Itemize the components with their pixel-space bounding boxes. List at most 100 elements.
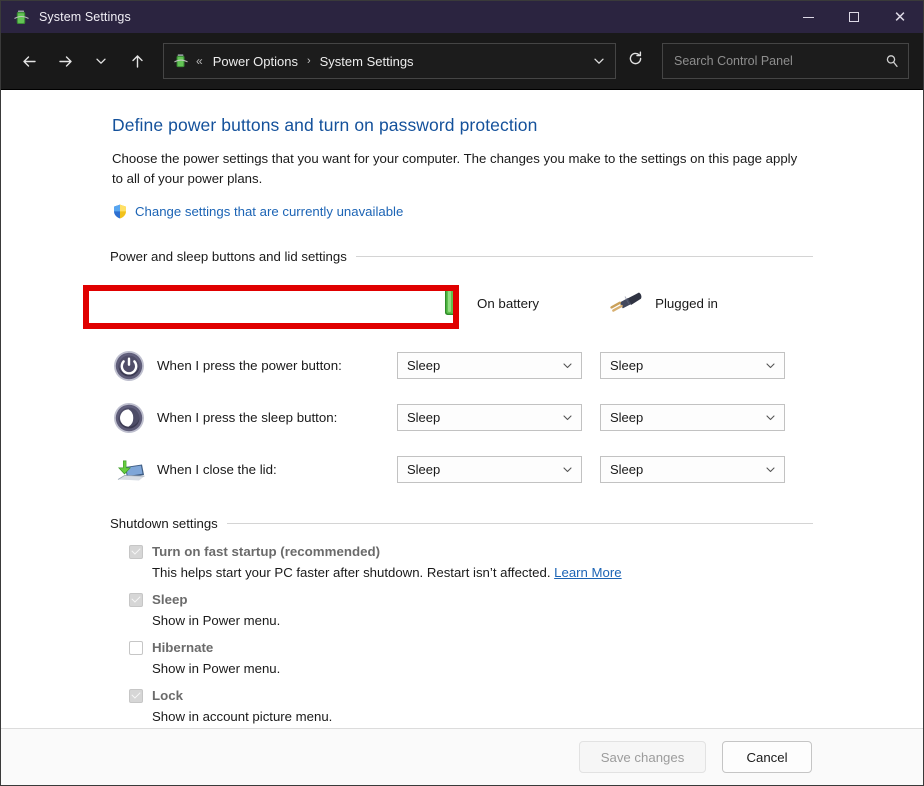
- sleep-button-on-battery-dropdown[interactable]: Sleep: [397, 404, 582, 431]
- shield-icon: [112, 203, 128, 220]
- power-button-plugged-in-dropdown[interactable]: Sleep: [600, 352, 785, 379]
- up-button[interactable]: [119, 43, 155, 79]
- fast-startup-description-text: This helps start your PC faster after sh…: [152, 565, 554, 580]
- hibernate-row[interactable]: Hibernate: [129, 637, 923, 659]
- cancel-button[interactable]: Cancel: [722, 741, 812, 773]
- fast-startup-checkbox[interactable]: [129, 545, 143, 559]
- refresh-icon: [627, 50, 644, 72]
- lock-description: Show in account picture menu.: [152, 709, 923, 724]
- breadcrumb-system-settings[interactable]: System Settings: [317, 51, 417, 72]
- sleep-button-on-battery-value: Sleep: [407, 410, 561, 425]
- close-lid-plugged-in-value: Sleep: [610, 462, 764, 477]
- sleep-button-icon: [112, 401, 146, 435]
- laptop-lid-icon: [112, 453, 146, 487]
- power-settings-rows: When I press the power button: Sleep Sle…: [1, 340, 923, 496]
- maximize-icon: [849, 12, 859, 22]
- sleep-checkbox[interactable]: [129, 593, 143, 607]
- shutdown-group-label: Shutdown settings: [110, 516, 218, 531]
- page-title: Define power buttons and turn on passwor…: [112, 115, 923, 136]
- on-battery-label: On battery: [477, 296, 539, 311]
- power-battery-icon: [13, 9, 30, 26]
- save-changes-button[interactable]: Save changes: [579, 741, 706, 773]
- shutdown-settings-list: Turn on fast startup (recommended) This …: [1, 541, 923, 724]
- sleep-row[interactable]: Sleep: [129, 589, 923, 611]
- close-lid-on-battery-dropdown[interactable]: Sleep: [397, 456, 582, 483]
- group-divider: [227, 523, 813, 524]
- arrow-left-icon: [20, 52, 39, 71]
- list-item: Sleep Show in Power menu.: [1, 589, 923, 628]
- fast-startup-description: This helps start your PC faster after sh…: [152, 565, 923, 580]
- change-settings-link[interactable]: Change settings that are currently unava…: [135, 204, 403, 219]
- address-dropdown-button[interactable]: [585, 45, 613, 77]
- breadcrumb-power-options[interactable]: Power Options: [210, 51, 301, 72]
- forward-button[interactable]: [47, 43, 83, 79]
- fast-startup-label: Turn on fast startup (recommended): [152, 544, 380, 559]
- sleep-button-label: When I press the sleep button:: [157, 410, 397, 425]
- chevron-down-icon: [561, 359, 574, 372]
- close-lid-on-battery-value: Sleep: [407, 462, 561, 477]
- sleep-button-plugged-in-dropdown[interactable]: Sleep: [600, 404, 785, 431]
- search-input[interactable]: [674, 54, 884, 68]
- chevron-down-icon: [764, 359, 777, 372]
- minimize-icon: [803, 17, 814, 18]
- lock-label: Lock: [152, 688, 183, 703]
- list-item: Hibernate Show in Power menu.: [1, 637, 923, 676]
- power-button-plugged-in-value: Sleep: [610, 358, 764, 373]
- list-item: Lock Show in account picture menu.: [1, 685, 923, 724]
- list-item: Turn on fast startup (recommended) This …: [1, 541, 923, 580]
- power-battery-icon: [173, 53, 189, 69]
- column-headers: On battery Plugged in: [1, 284, 923, 323]
- fast-startup-row[interactable]: Turn on fast startup (recommended): [129, 541, 923, 563]
- power-sleep-group-label: Power and sleep buttons and lid settings: [110, 249, 347, 264]
- system-settings-window: System Settings ✕: [0, 0, 924, 786]
- column-header-on-battery: On battery: [440, 284, 539, 323]
- title-bar-left: System Settings: [1, 9, 131, 26]
- footer-bar: Save changes Cancel: [1, 728, 923, 785]
- chevron-down-icon: [94, 54, 108, 68]
- lock-row[interactable]: Lock: [129, 685, 923, 707]
- arrow-up-icon: [128, 52, 147, 71]
- title-bar: System Settings ✕: [1, 1, 923, 33]
- chevron-down-icon: [561, 411, 574, 424]
- power-plug-icon: [608, 288, 642, 319]
- arrow-right-icon: [56, 52, 75, 71]
- search-box[interactable]: [662, 43, 909, 79]
- close-button[interactable]: ✕: [877, 1, 923, 33]
- page-content: Define power buttons and turn on passwor…: [1, 90, 923, 728]
- navigation-toolbar: « Power Options › System Settings: [1, 33, 923, 90]
- power-button-label: When I press the power button:: [157, 358, 397, 373]
- close-lid-plugged-in-dropdown[interactable]: Sleep: [600, 456, 785, 483]
- close-icon: ✕: [894, 10, 907, 25]
- sleep-description: Show in Power menu.: [152, 613, 923, 628]
- shutdown-group-header: Shutdown settings: [110, 516, 923, 531]
- close-lid-label: When I close the lid:: [157, 462, 397, 477]
- recent-locations-button[interactable]: [83, 43, 119, 79]
- address-bar[interactable]: « Power Options › System Settings: [163, 43, 616, 79]
- window-controls: ✕: [785, 1, 923, 33]
- refresh-button[interactable]: [618, 43, 652, 79]
- hibernate-description: Show in Power menu.: [152, 661, 923, 676]
- search-icon[interactable]: [884, 53, 900, 69]
- power-button-on-battery-dropdown[interactable]: Sleep: [397, 352, 582, 379]
- window-title: System Settings: [39, 10, 131, 24]
- back-button[interactable]: [11, 43, 47, 79]
- group-divider: [356, 256, 813, 257]
- chevron-down-icon: [561, 463, 574, 476]
- plugged-in-label: Plugged in: [655, 296, 718, 311]
- chevron-down-icon: [764, 463, 777, 476]
- battery-icon: [440, 284, 464, 323]
- breadcrumb-separator-icon: ›: [301, 55, 317, 67]
- hibernate-label: Hibernate: [152, 640, 213, 655]
- minimize-button[interactable]: [785, 1, 831, 33]
- row-sleep-button: When I press the sleep button: Sleep Sle…: [1, 392, 923, 444]
- change-settings-row[interactable]: Change settings that are currently unava…: [112, 203, 923, 220]
- learn-more-link[interactable]: Learn More: [554, 565, 621, 580]
- page-description: Choose the power settings that you want …: [112, 149, 802, 190]
- power-sleep-group-header: Power and sleep buttons and lid settings: [110, 249, 923, 264]
- power-button-icon: [112, 349, 146, 383]
- breadcrumb-overflow[interactable]: «: [196, 54, 203, 68]
- sleep-button-plugged-in-value: Sleep: [610, 410, 764, 425]
- lock-checkbox[interactable]: [129, 689, 143, 703]
- maximize-button[interactable]: [831, 1, 877, 33]
- hibernate-checkbox[interactable]: [129, 641, 143, 655]
